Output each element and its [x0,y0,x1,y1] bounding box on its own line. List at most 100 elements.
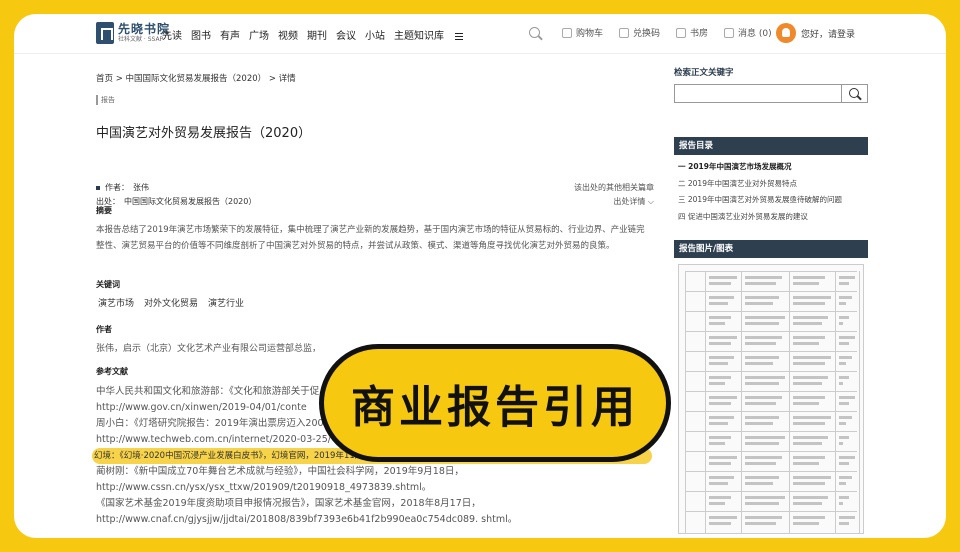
thumbnail-text-line [709,502,725,505]
thumbnail-text-line [839,276,855,279]
thumbnail-text-line [839,396,855,399]
thumbnail-text-line [745,516,782,519]
redeem-label: 兑换码 [633,29,661,39]
thumbnail-text-line [709,356,734,359]
site-logo[interactable]: 先晓书院 社科文献 · SSAP [96,22,170,44]
thumbnail-text-line [793,396,825,399]
nav-item-xiandu[interactable]: 先读 [162,27,182,42]
thumbnail-text-line [839,442,843,445]
nav-item-meetings[interactable]: 会议 [336,27,356,42]
redeem-button[interactable]: 兑换码 [619,26,660,39]
toc-item[interactable]: 一 2019年中国演艺市场发展概况 [678,159,842,176]
related-chapters-link[interactable]: 该出处的其他相关篇章 [574,182,654,193]
thumbnail-text-line [839,422,846,425]
thumbnail-text-line [745,482,773,485]
thumbnail-text-line [745,522,776,525]
thumbnail-grid-line [685,371,857,372]
thumbnail-text-line [745,296,779,299]
toc-list: 一 2019年中国演艺市场发展概况 二 2019年中国演艺业对外贸易特点 三 2… [678,159,842,225]
report-table-thumbnail[interactable] [678,264,864,534]
type-tag: 报告 [96,95,115,105]
nav-item-audio[interactable]: 有声 [220,27,240,42]
abstract-label: 摘要 [96,206,112,215]
fulltext-search-button[interactable] [841,85,867,102]
fulltext-search-label: 检索正文关键字 [674,68,734,78]
login-link[interactable]: 您好，请登录 [801,27,855,40]
thumbnail-text-line [745,422,773,425]
cart-button[interactable]: 购物车 [562,26,603,39]
thumbnail-text-line [709,276,737,279]
nav-item-books[interactable]: 图书 [191,27,211,42]
breadcrumb[interactable]: 首页 > 中国国际文化贸易发展报告（2020） > 详情 [96,72,296,84]
thumbnail-text-line [839,376,849,379]
toc-header: 报告目录 [674,137,868,155]
bullet-icon [96,185,100,190]
thumbnail-grid-line [685,331,857,332]
thumbnail-text-line [793,382,822,385]
banner-text: 商业报告引用 [351,382,639,433]
study-button[interactable]: 书房 [676,26,708,39]
fulltext-search-input[interactable] [675,85,841,102]
reference-item[interactable]: http://www.cssn.cn/ysx/ysx_ttxw/201909/t… [96,480,656,496]
thumbnail-text-line [745,316,785,319]
thumbnail-text-line [793,462,819,465]
thumbnail-text-line [745,496,785,499]
thumbnail-text-line [793,422,825,425]
thumbnail-text-line [709,342,731,345]
thumbnail-grid-line [685,271,857,272]
thumbnail-text-line [839,456,855,459]
keyword-link[interactable]: 对外文化贸易 [144,296,198,309]
keyword-link[interactable]: 演艺市场 [98,296,134,309]
keywords-label: 关键词 [96,280,120,289]
fulltext-search-box [674,84,868,103]
thumbnail-text-line [839,496,849,499]
thumbnail-text-line [745,396,782,399]
nav-item-video[interactable]: 视频 [278,27,298,42]
nav-item-knowledge[interactable]: 主题知识库 [394,27,472,42]
thumbnail-text-line [793,482,825,485]
thumbnail-text-line [839,296,852,299]
reference-item[interactable]: http://www.cnaf.cn/gjysjjw/jjdtai/201808… [96,512,656,528]
search-icon[interactable] [529,27,540,38]
thumbnail-text-line [745,402,776,405]
thumbnail-text-line [793,436,828,439]
thumbnail-grid-line [685,511,857,512]
thumbnail-text-line [793,356,831,359]
thumbnail-text-line [793,302,825,305]
thumbnail-grid-line [859,271,860,533]
nav-item-station[interactable]: 小站 [365,27,385,42]
keyword-link[interactable]: 演艺行业 [208,296,244,309]
thumbnail-text-line [793,522,819,525]
thumbnail-text-line [839,476,852,479]
source-detail-link[interactable]: 出处详情 ⌵ [613,196,654,207]
thumbnail-text-line [839,382,843,385]
thumbnail-grid-line [685,471,857,472]
thumbnail-text-line [709,322,725,325]
cart-label: 购物车 [576,29,604,39]
thumbnail-text-line [709,316,731,319]
thumbnail-text-line [839,336,855,339]
reference-item: 蔺树刚：《新中国成立70年舞台艺术成就与经验》，中国社会科学网，2019年9月1… [96,466,464,477]
toc-item[interactable]: 四 促进中国演艺业对外贸易发展的建议 [678,209,842,226]
thumbnail-text-line [793,502,822,505]
toc-item[interactable]: 二 2019年中国演艺业对外贸易特点 [678,176,842,193]
author-line: 作者： 张伟 [96,182,149,193]
gift-icon [619,27,630,38]
thumbnail-text-line [745,476,779,479]
nav-item-square[interactable]: 广场 [249,27,269,42]
source-text: 出处： 中国国际文化贸易发展报告（2020） [96,197,257,206]
toc-item[interactable]: 三 2019年中国演艺对外贸易发展亟待破解的问题 [678,192,842,209]
messages-button[interactable]: 消息 (0) [724,26,772,39]
study-label: 书房 [690,29,709,39]
thumbnail-text-line [793,336,825,339]
bell-icon [724,27,735,38]
thumbnail-text-line [793,362,825,365]
login-area[interactable]: 您好，请登录 [776,23,855,43]
avatar [776,23,796,43]
thumbnail-text-line [839,362,846,365]
top-header: 先晓书院 社科文献 · SSAP 先读 图书 有声 广场 视频 期刊 会议 小站… [14,14,946,54]
thumbnail-text-line [839,356,852,359]
thumbnail-text-line [839,522,849,525]
nav-item-journals[interactable]: 期刊 [307,27,327,42]
header-tools: 购物车 兑换码 书房 消息 (0) [529,26,788,39]
